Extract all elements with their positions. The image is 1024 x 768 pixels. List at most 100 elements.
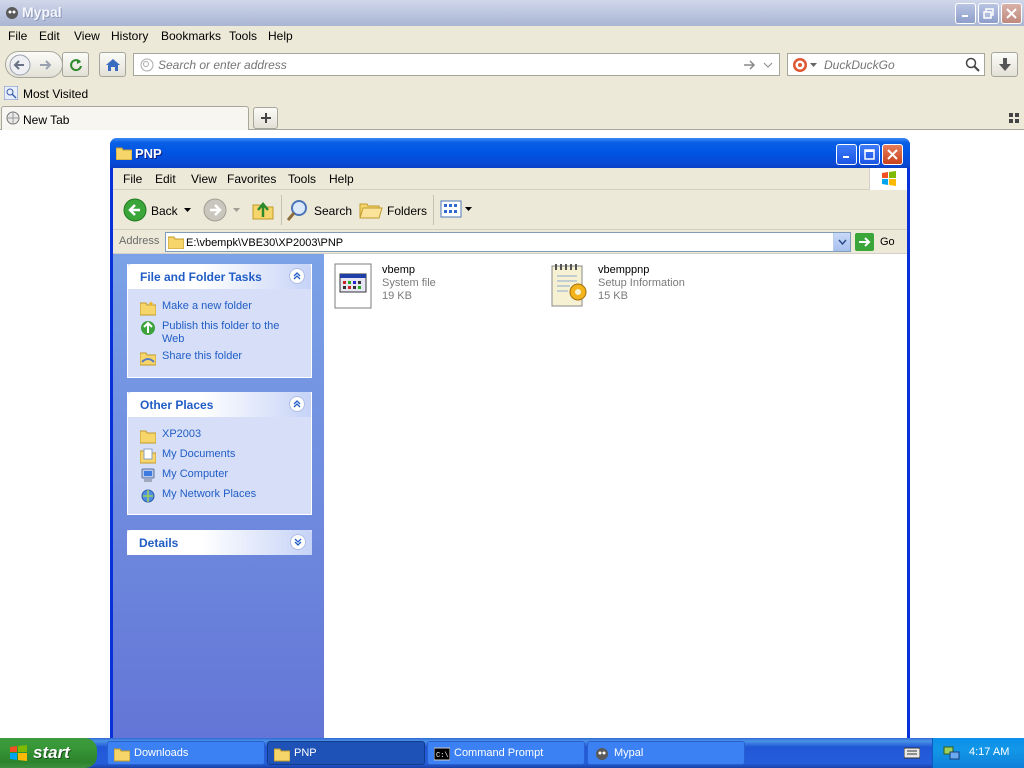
back-arrow-icon[interactable] <box>9 54 31 76</box>
place-xp2003-link[interactable]: XP2003 <box>128 428 201 444</box>
search-globe-icon <box>140 58 154 72</box>
explorer-minimize-button[interactable] <box>836 144 857 165</box>
collapse-button[interactable] <box>289 268 305 284</box>
explorer-menu-view[interactable]: View <box>191 172 217 186</box>
back-dropdown-icon[interactable] <box>184 208 191 213</box>
start-button[interactable]: start <box>0 738 97 768</box>
browser-title: Mypal <box>22 4 62 20</box>
views-icon <box>440 200 462 218</box>
keyboard-icon[interactable] <box>904 747 920 759</box>
menu-help[interactable]: Help <box>268 29 293 43</box>
menu-file[interactable]: File <box>8 29 27 43</box>
make-new-folder-link[interactable]: Make a new folder <box>128 300 252 316</box>
back-label: Back <box>151 204 178 218</box>
explorer-title-bar[interactable]: PNP <box>110 138 910 168</box>
place-my-network-link[interactable]: My Network Places <box>128 488 256 503</box>
taskbar-button-command-prompt[interactable]: C:\ Command Prompt <box>427 741 585 765</box>
menu-bookmarks[interactable]: Bookmarks <box>161 29 221 43</box>
my-documents-icon <box>140 448 156 464</box>
expand-button[interactable] <box>290 534 306 550</box>
close-button[interactable] <box>1001 3 1022 24</box>
place-my-computer-link[interactable]: My Computer <box>128 468 228 482</box>
close-icon <box>1006 8 1017 19</box>
search-bar[interactable] <box>787 53 985 76</box>
taskbar-button-mypal[interactable]: Mypal <box>587 741 745 765</box>
file-folder-tasks-panel: File and Folder Tasks Make a new folder … <box>127 264 312 378</box>
toolbar-separator <box>281 195 282 225</box>
explorer-maximize-button[interactable] <box>859 144 880 165</box>
search-icon[interactable] <box>965 57 980 72</box>
address-bar[interactable] <box>165 232 851 252</box>
place-label: My Documents <box>162 448 236 460</box>
collapse-button[interactable] <box>289 396 305 412</box>
mypal-app-icon <box>596 748 608 760</box>
address-dropdown-button[interactable] <box>833 233 850 251</box>
publish-folder-link[interactable]: Publish this folder to the Web <box>128 320 288 346</box>
explorer-menu-help[interactable]: Help <box>329 172 354 186</box>
chevron-down-icon <box>294 538 302 546</box>
windows-logo <box>869 168 907 190</box>
folder-icon <box>168 236 184 249</box>
other-places-title: Other Places <box>140 398 214 412</box>
download-icon <box>998 57 1011 71</box>
folders-button[interactable]: Folders <box>359 197 427 223</box>
go-arrow-icon[interactable] <box>743 59 756 71</box>
system-file-icon <box>334 263 372 309</box>
dropdown-arrow-icon[interactable] <box>763 62 773 68</box>
up-folder-button[interactable] <box>251 197 277 223</box>
taskbar-label: Command Prompt <box>454 747 544 759</box>
file-item[interactable]: vbemp System file 19 KB <box>334 262 534 312</box>
url-input[interactable] <box>158 57 718 73</box>
duckduckgo-icon <box>793 58 807 72</box>
task-pane: File and Folder Tasks Make a new folder … <box>113 254 324 738</box>
place-my-documents-link[interactable]: My Documents <box>128 448 236 464</box>
downloads-button[interactable] <box>991 52 1018 77</box>
up-folder-icon <box>252 202 274 220</box>
network-icon[interactable] <box>943 745 961 761</box>
minimize-button[interactable] <box>955 3 976 24</box>
home-button[interactable] <box>99 52 126 77</box>
explorer-menu-tools[interactable]: Tools <box>288 172 316 186</box>
menu-edit[interactable]: Edit <box>39 29 60 43</box>
menu-view[interactable]: View <box>74 29 100 43</box>
forward-arrow-icon <box>203 198 227 222</box>
explorer-menu-favorites[interactable]: Favorites <box>227 172 276 186</box>
file-item[interactable]: vbemppnp Setup Information 15 KB <box>550 262 750 312</box>
list-all-tabs-icon[interactable] <box>1009 113 1019 123</box>
bookmarks-toolbar: Most Visited <box>0 82 1024 106</box>
maximize-icon <box>864 149 875 160</box>
reload-icon <box>69 58 82 71</box>
views-dropdown-icon <box>465 207 472 211</box>
menu-history[interactable]: History <box>111 29 148 43</box>
back-button[interactable]: Back <box>123 197 195 223</box>
explorer-menu-file[interactable]: File <box>123 172 142 186</box>
search-button[interactable]: Search <box>286 197 352 223</box>
restore-button[interactable] <box>978 3 999 24</box>
explorer-menu-edit[interactable]: Edit <box>155 172 176 186</box>
file-size: 15 KB <box>598 290 628 302</box>
go-button[interactable]: Go <box>855 232 901 252</box>
forward-arrow-icon[interactable] <box>37 57 53 73</box>
details-title: Details <box>139 536 179 550</box>
engine-dropdown-icon[interactable] <box>810 63 817 68</box>
forward-button[interactable] <box>203 197 243 223</box>
taskbar-button-downloads[interactable]: Downloads <box>107 741 265 765</box>
url-bar[interactable] <box>133 53 780 76</box>
taskbar-label: PNP <box>294 747 317 759</box>
tab-new-tab[interactable]: New Tab <box>1 106 249 130</box>
search-input[interactable] <box>824 57 954 73</box>
share-folder-link[interactable]: Share this folder <box>128 350 242 366</box>
address-input[interactable] <box>186 235 826 250</box>
new-tab-button[interactable] <box>253 107 278 129</box>
file-folder-tasks-header[interactable]: File and Folder Tasks <box>128 264 311 289</box>
reload-button[interactable] <box>62 52 89 77</box>
taskbar-button-pnp[interactable]: PNP <box>267 741 425 765</box>
explorer-close-button[interactable] <box>882 144 903 165</box>
file-folder-tasks-title: File and Folder Tasks <box>140 270 262 284</box>
mypal-app-icon <box>6 7 18 19</box>
menu-tools[interactable]: Tools <box>229 29 257 43</box>
close-icon <box>887 149 898 160</box>
details-header[interactable]: Details <box>127 530 312 555</box>
views-button[interactable] <box>440 199 474 221</box>
other-places-header[interactable]: Other Places <box>128 392 311 417</box>
